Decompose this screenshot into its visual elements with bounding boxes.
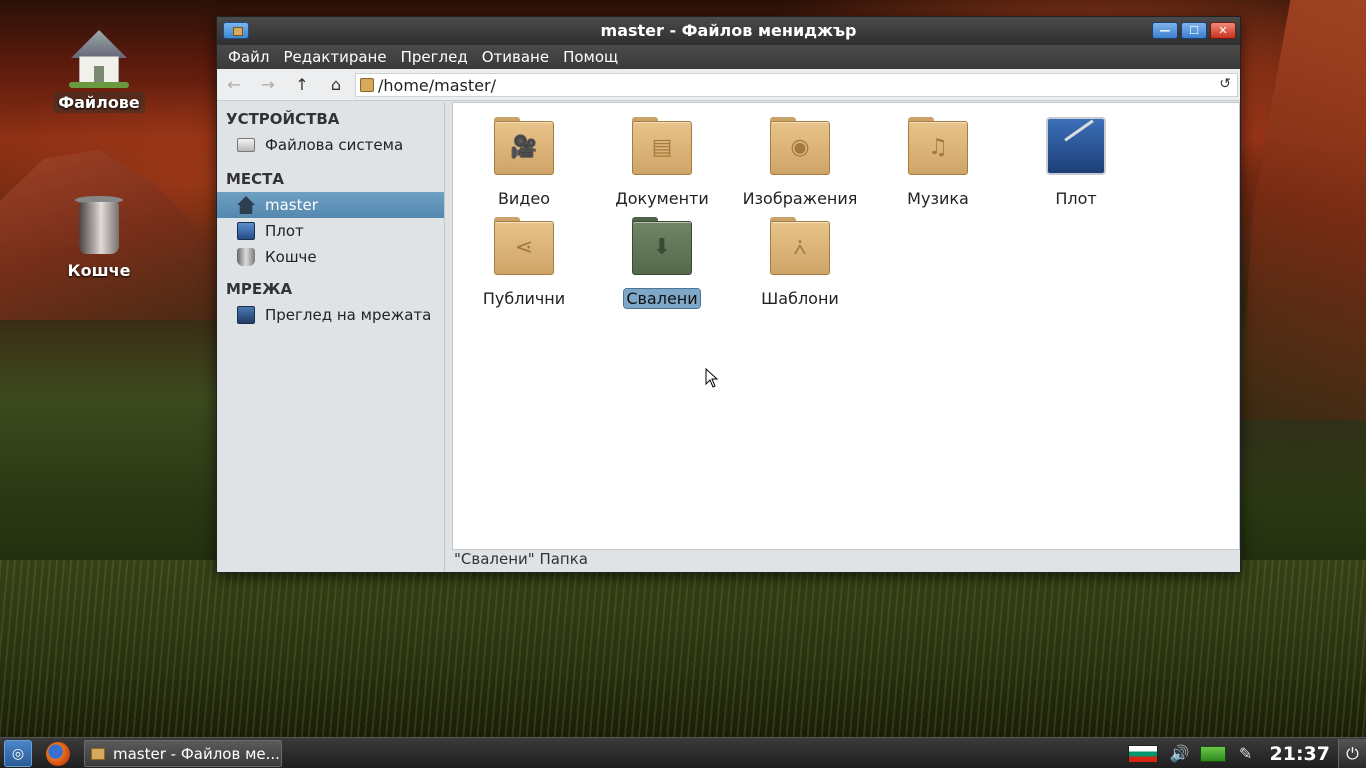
sidebar-item-label: Преглед на мрежата <box>265 306 432 324</box>
home-folder-icon <box>360 78 374 92</box>
file-name: Изображения <box>742 189 858 208</box>
maximize-button[interactable]: ☐ <box>1181 22 1207 39</box>
toolbar: ← → ↑ ⌂ ↺ <box>217 69 1240 101</box>
menu-file[interactable]: Файл <box>221 48 276 66</box>
network-icon <box>237 306 255 324</box>
pictures-folder-icon: ◉ <box>770 117 830 175</box>
drive-icon <box>237 138 255 152</box>
public-folder-icon: ⋖ <box>494 217 554 275</box>
menu-help[interactable]: Помощ <box>556 48 625 66</box>
sidebar-item-label: master <box>265 196 318 214</box>
home-folder-icon <box>69 28 129 88</box>
file-name: Видео <box>497 189 551 208</box>
sidebar-heading-places: МЕСТА <box>226 170 285 188</box>
sidebar-item-filesystem[interactable]: Файлова система <box>217 132 444 158</box>
firefox-icon <box>46 741 70 766</box>
file-name: Плот <box>1055 189 1097 208</box>
file-item-templates[interactable]: ⩑ Шаблони <box>735 217 865 308</box>
desktop-icon-files[interactable]: Файлове <box>49 28 149 113</box>
menu-go[interactable]: Отиване <box>475 48 556 66</box>
file-name: Музика <box>907 189 969 208</box>
trash-icon <box>237 248 255 266</box>
sidebar-heading-devices: УСТРОЙСТВА <box>226 110 340 128</box>
menu-edit[interactable]: Редактиране <box>276 48 393 66</box>
file-item-public[interactable]: ⋖ Публични <box>459 217 589 308</box>
file-item-videos[interactable]: 🎥 Видео <box>459 117 589 208</box>
desktop-icon <box>237 222 255 240</box>
file-manager-window: master - Файлов мениджър — ☐ ✕ Файл Реда… <box>216 16 1241 573</box>
close-button[interactable]: ✕ <box>1210 22 1236 39</box>
desktop-icon-trash[interactable]: Кошче <box>49 196 149 281</box>
file-item-documents[interactable]: ▤ Документи <box>597 117 727 208</box>
file-item-pictures[interactable]: ◉ Изображения <box>735 117 865 208</box>
file-name: Свалени <box>623 288 701 309</box>
sidebar-heading-network: МРЕЖА <box>226 280 293 298</box>
pen-icon[interactable]: ✎ <box>1234 744 1258 764</box>
folder-icon <box>91 747 105 760</box>
sidebar-item-network[interactable]: Преглед на мрежата <box>217 302 444 328</box>
trash-icon <box>73 196 125 256</box>
documents-folder-icon: ▤ <box>632 117 692 175</box>
file-item-desktop[interactable]: Плот <box>1011 117 1141 208</box>
minimize-button[interactable]: — <box>1152 22 1178 39</box>
menu-logo-icon: ◎ <box>11 745 25 762</box>
clock[interactable]: 21:37 <box>1270 743 1330 765</box>
sidebar-item-label: Плот <box>265 222 304 240</box>
window-title: master - Файлов мениджър <box>600 21 857 40</box>
sidebar-item-label: Кошче <box>265 248 317 266</box>
sidebar-item-label: Файлова система <box>265 136 404 154</box>
file-name: Шаблони <box>761 289 839 308</box>
taskbar-window-label: master - Файлов ме... <box>113 744 280 763</box>
sidebar-item-master[interactable]: master <box>217 192 444 218</box>
forward-button[interactable]: → <box>251 71 285 99</box>
desktop-icon <box>1046 117 1106 175</box>
sidebar-item-desktop[interactable]: Плот <box>217 218 444 244</box>
power-button[interactable]: ⏻ <box>1338 739 1366 768</box>
wallpaper-grass <box>0 560 1366 740</box>
menu-view[interactable]: Преглед <box>394 48 475 66</box>
templates-folder-icon: ⩑ <box>770 217 830 275</box>
file-view[interactable]: 🎥 Видео ▤ Документи ◉ Изображения ♫ Музи… <box>452 102 1240 550</box>
keyboard-layout-flag-icon[interactable] <box>1127 744 1158 763</box>
firefox-launcher[interactable] <box>44 740 72 767</box>
status-bar: "Свалени" Папка <box>454 550 588 568</box>
taskbar: ◎ master - Файлов ме... 🔊 ✎ 21:37 ⏻ <box>0 737 1366 768</box>
volume-icon[interactable]: 🔊 <box>1168 744 1192 764</box>
mouse-cursor-icon <box>705 367 719 392</box>
video-folder-icon: 🎥 <box>494 117 554 175</box>
desktop-icon-label: Кошче <box>67 261 131 280</box>
path-input[interactable] <box>378 75 1198 95</box>
reload-icon[interactable]: ↺ <box>1219 76 1231 92</box>
file-name: Документи <box>615 189 709 208</box>
menubar: Файл Редактиране Преглед Отиване Помощ <box>217 45 1240 69</box>
file-item-downloads[interactable]: ⬇ Свалени <box>597 217 727 309</box>
file-item-music[interactable]: ♫ Музика <box>873 117 1003 208</box>
home-button[interactable]: ⌂ <box>319 71 353 99</box>
battery-icon[interactable] <box>1199 745 1226 762</box>
file-name: Публични <box>482 289 566 308</box>
back-button[interactable]: ← <box>217 71 251 99</box>
system-tray: 🔊 ✎ 21:37 ⏻ <box>1127 738 1366 768</box>
up-button[interactable]: ↑ <box>285 71 319 99</box>
sidebar: УСТРОЙСТВА Файлова система МЕСТА master … <box>217 102 445 572</box>
location-bar: ↺ <box>355 73 1238 97</box>
sidebar-item-trash[interactable]: Кошче <box>217 244 444 270</box>
music-folder-icon: ♫ <box>908 117 968 175</box>
taskbar-window-button[interactable]: master - Файлов ме... <box>84 740 282 767</box>
home-icon <box>237 196 255 214</box>
downloads-folder-icon: ⬇ <box>632 217 692 275</box>
titlebar[interactable]: master - Файлов мениджър — ☐ ✕ <box>217 17 1240 45</box>
desktop-icon-label: Файлове <box>53 92 145 113</box>
start-menu-button[interactable]: ◎ <box>4 740 32 767</box>
